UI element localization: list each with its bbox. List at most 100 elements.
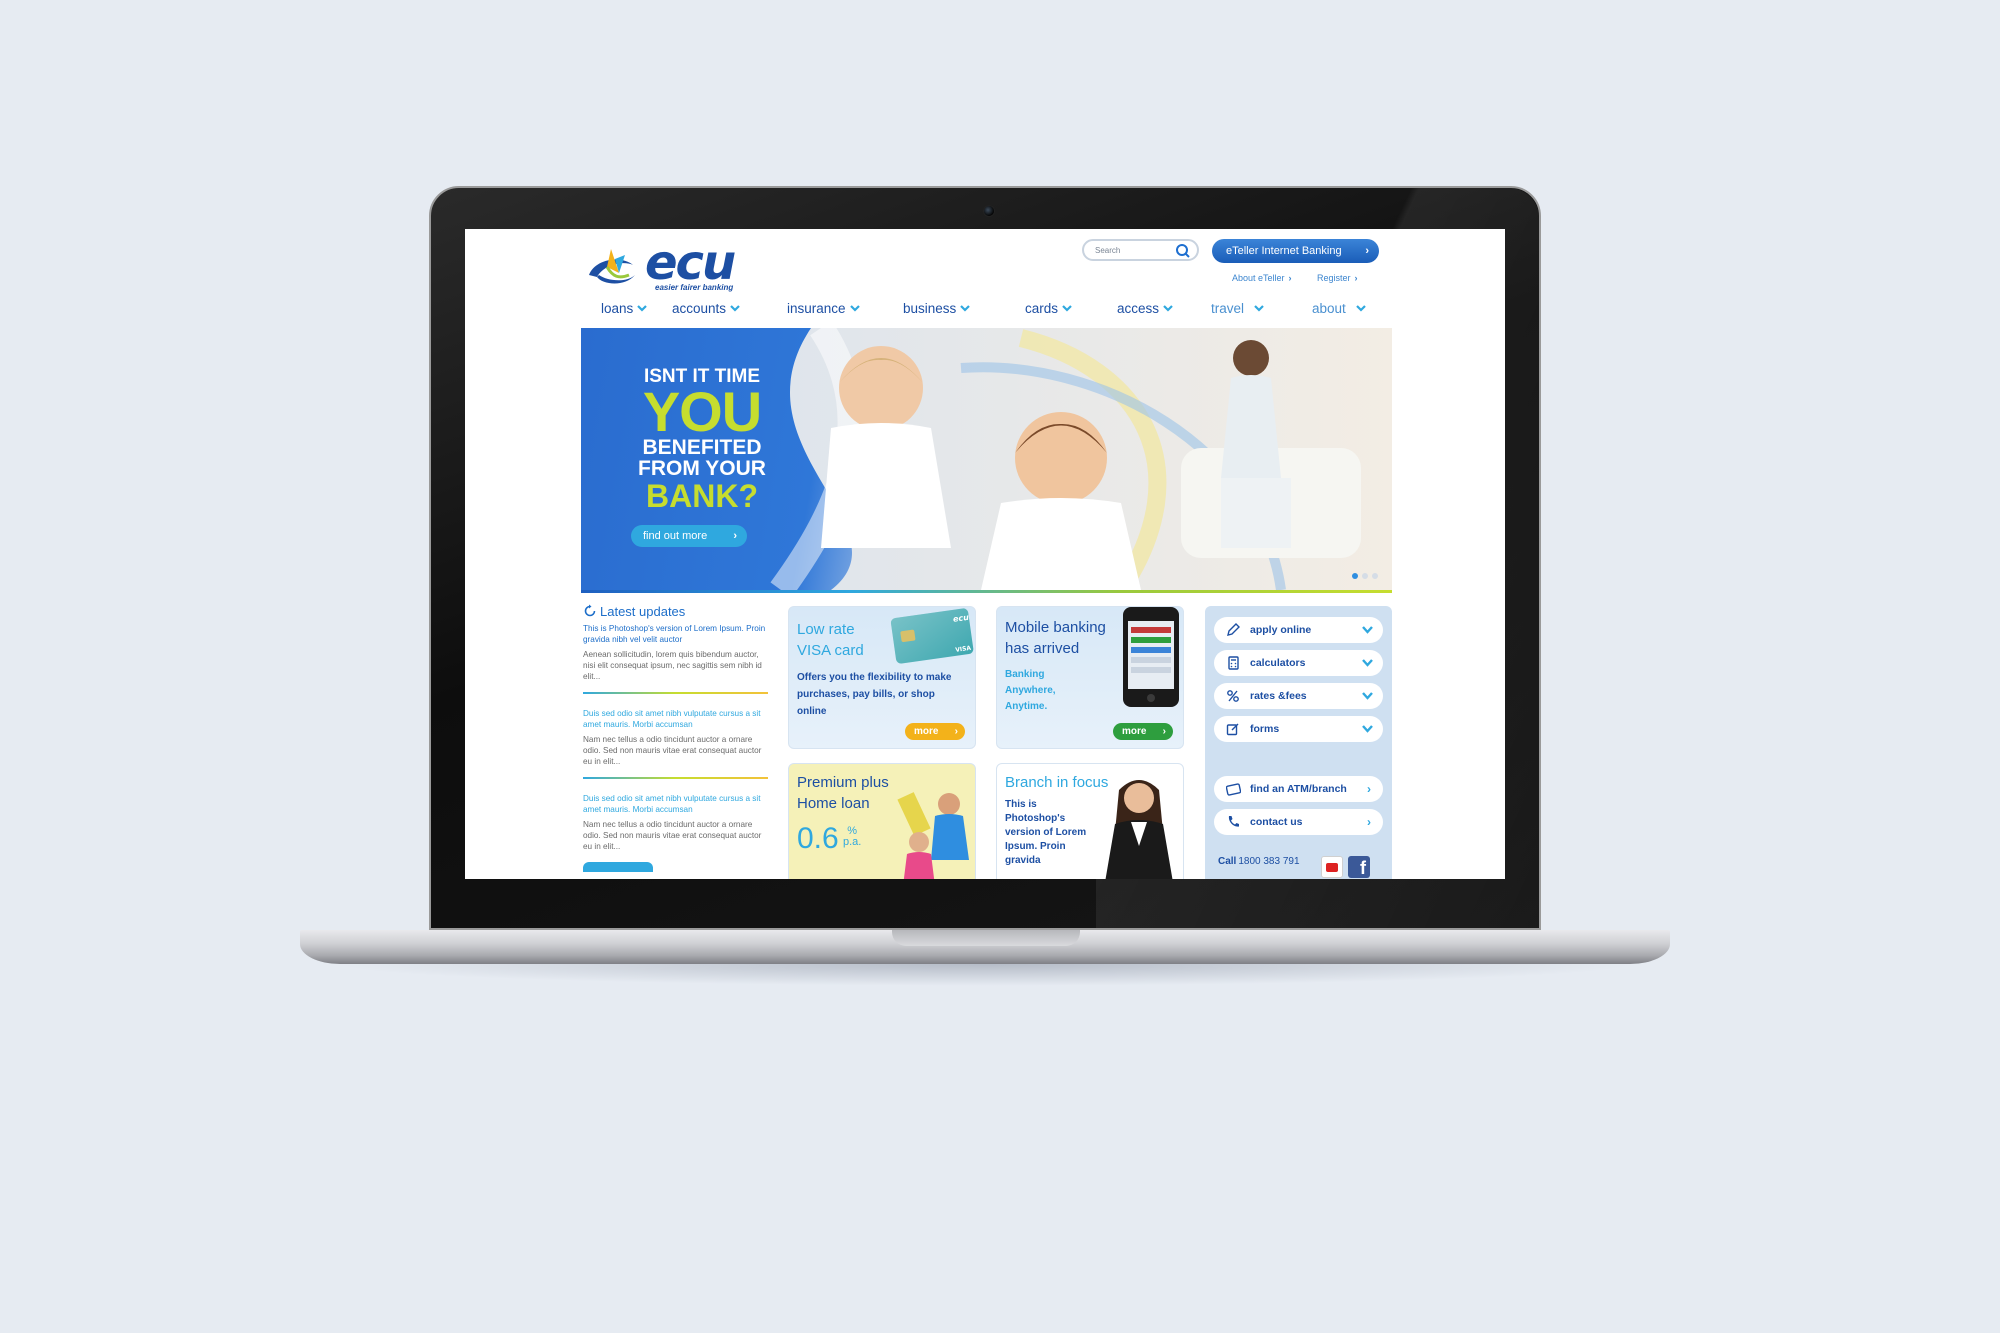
update-more-button[interactable] <box>583 862 653 872</box>
chevron-right-icon: › <box>1288 273 1292 283</box>
chevron-down-icon <box>1362 659 1373 667</box>
nav-label: cards <box>1025 301 1059 316</box>
branch-in-focus-description: This is Photoshop's version of Lorem Ips… <box>1005 799 1087 866</box>
phone-icon <box>1228 816 1239 827</box>
visa-card-promo[interactable]: ecu VISA Low rate VISA card Offers you t… <box>788 606 976 749</box>
search-input[interactable]: Search <box>1082 239 1199 261</box>
update-summary-3: Nam nec tellus a odio tincidunt auctor a… <box>583 820 762 851</box>
calculators-button[interactable]: calculators <box>1214 650 1383 676</box>
branch-in-focus-title: Branch in focus <box>1005 774 1109 791</box>
nav-access[interactable]: access <box>1117 301 1173 316</box>
home-loan-rate: 0.6 % p.a. <box>797 822 861 856</box>
ecu-logo-mark-icon <box>589 249 635 284</box>
ecu-logo[interactable]: ecu easier fairer banking <box>585 235 765 293</box>
chevron-down-icon <box>1254 305 1264 312</box>
forms-button[interactable]: forms <box>1214 716 1383 742</box>
home-loan-promo[interactable]: Premium plus Home loan 0.6 % p.a. <box>788 763 976 879</box>
apply-online-button[interactable]: apply online <box>1214 617 1383 643</box>
apply-online-label: apply online <box>1250 624 1312 636</box>
visa-card-title: Low rate VISA card <box>797 619 864 661</box>
forms-label: forms <box>1250 723 1280 735</box>
call-number: Call 1800 383 791 <box>1218 856 1300 867</box>
update-link-1[interactable]: This is Photoshop's version of Lorem Ips… <box>583 623 768 645</box>
update-summary-2: Nam nec tellus a odio tincidunt auctor a… <box>583 735 762 766</box>
latest-updates-title: Latest updates <box>600 604 686 619</box>
quick-links-panel: apply online calculators rates &fees for… <box>1205 606 1392 879</box>
loan-title-line-2: Home loan <box>797 795 870 812</box>
register-link[interactable]: Register › <box>1317 273 1358 283</box>
branch-in-focus-promo[interactable]: Branch in focus This is Photoshop's vers… <box>996 763 1184 879</box>
nav-label: about <box>1312 301 1346 316</box>
contact-us-label: contact us <box>1250 816 1303 828</box>
register-label: Register <box>1317 273 1351 283</box>
chevron-down-icon <box>1362 692 1373 700</box>
search-placeholder: Search <box>1095 246 1121 255</box>
slide-dot[interactable] <box>1362 573 1368 579</box>
chevron-down-icon <box>960 305 971 312</box>
nav-about[interactable]: about <box>1312 301 1366 316</box>
slide-dot[interactable] <box>1352 573 1358 579</box>
update-summary-1: Aenean sollicitudin, lorem quis bibendum… <box>583 650 762 681</box>
mobile-body-line-3: Anytime. <box>1005 701 1048 712</box>
nav-label: insurance <box>787 301 846 316</box>
laptop-notch <box>892 930 1080 946</box>
find-atm-branch-link[interactable]: find an ATM/branch › <box>1214 776 1383 802</box>
home-loan-title: Premium plus Home loan <box>797 772 889 814</box>
pencil-icon <box>1227 623 1240 636</box>
chevron-right-icon: › <box>1354 273 1358 283</box>
nav-insurance[interactable]: insurance <box>787 301 860 316</box>
chevron-down-icon <box>1362 626 1373 634</box>
chevron-down-icon <box>1163 305 1173 312</box>
nav-label: access <box>1117 301 1160 316</box>
banner-headline: ISNT IT TIME YOU BENEFITED FROM YOUR BAN… <box>627 366 777 513</box>
find-out-more-button[interactable]: find out more › <box>631 525 747 547</box>
facebook-icon[interactable]: f <box>1348 856 1370 878</box>
chevron-down-icon <box>1062 305 1072 312</box>
chevron-down-icon <box>637 305 648 312</box>
visa-more-button[interactable]: more › <box>905 723 965 740</box>
rates-fees-button[interactable]: rates &fees <box>1214 683 1383 709</box>
nav-loans[interactable]: loans <box>601 301 648 316</box>
search-icon[interactable] <box>1175 243 1191 259</box>
call-label: Call <box>1218 856 1237 867</box>
nav-accounts[interactable]: accounts <box>672 301 740 316</box>
youtube-icon[interactable] <box>1321 856 1343 878</box>
about-eteller-link[interactable]: About eTeller › <box>1232 273 1292 283</box>
chevron-right-icon: › <box>1367 782 1371 796</box>
latest-updates-heading: Latest updates <box>583 604 768 619</box>
main-nav: loans accounts insurance business cards … <box>569 301 1399 319</box>
rates-fees-label: rates &fees <box>1250 690 1307 702</box>
find-atm-branch-label: find an ATM/branch <box>1250 783 1347 795</box>
slide-dot[interactable] <box>1372 573 1378 579</box>
nav-travel[interactable]: travel <box>1211 301 1264 316</box>
eteller-label: eTeller Internet Banking <box>1226 245 1342 257</box>
eteller-login-button[interactable]: eTeller Internet Banking › <box>1212 239 1379 263</box>
nav-cards[interactable]: cards <box>1025 301 1072 316</box>
mobile-banking-description: Banking Anywhere, Anytime. <box>1005 667 1056 715</box>
more-label: more <box>1122 726 1147 737</box>
chevron-down-icon <box>730 305 740 312</box>
nav-business[interactable]: business <box>903 301 971 316</box>
chevron-down-icon <box>849 305 860 312</box>
visa-title-line-1: Low rate <box>797 621 855 638</box>
calculator-icon <box>1228 656 1239 670</box>
update-link-3[interactable]: Duis sed odio sit amet nibh vulputate cu… <box>583 793 768 815</box>
banner-line-2: YOU <box>642 380 762 443</box>
banner-divider <box>581 590 1392 593</box>
update-divider <box>583 777 768 779</box>
nav-label: travel <box>1211 301 1245 316</box>
chevron-right-icon: › <box>1367 815 1371 829</box>
smartphone-illustration <box>1123 607 1179 707</box>
hero-banner: ISNT IT TIME YOU BENEFITED FROM YOUR BAN… <box>581 328 1392 590</box>
update-divider <box>583 692 768 694</box>
mobile-title-line-1: Mobile banking <box>1005 619 1106 636</box>
form-icon <box>1226 723 1239 736</box>
contact-us-link[interactable]: contact us › <box>1214 809 1383 835</box>
browser-screen: ecu easier fairer banking Search eTeller… <box>465 229 1505 879</box>
mobile-body-line-2: Anywhere, <box>1005 685 1056 696</box>
update-link-2[interactable]: Duis sed odio sit amet nibh vulputate cu… <box>583 708 768 730</box>
mobile-more-button[interactable]: more › <box>1113 723 1173 740</box>
mobile-banking-promo[interactable]: Mobile banking has arrived Banking Anywh… <box>996 606 1184 749</box>
call-number-value: 1800 383 791 <box>1238 856 1300 867</box>
chevron-right-icon: › <box>733 530 737 542</box>
